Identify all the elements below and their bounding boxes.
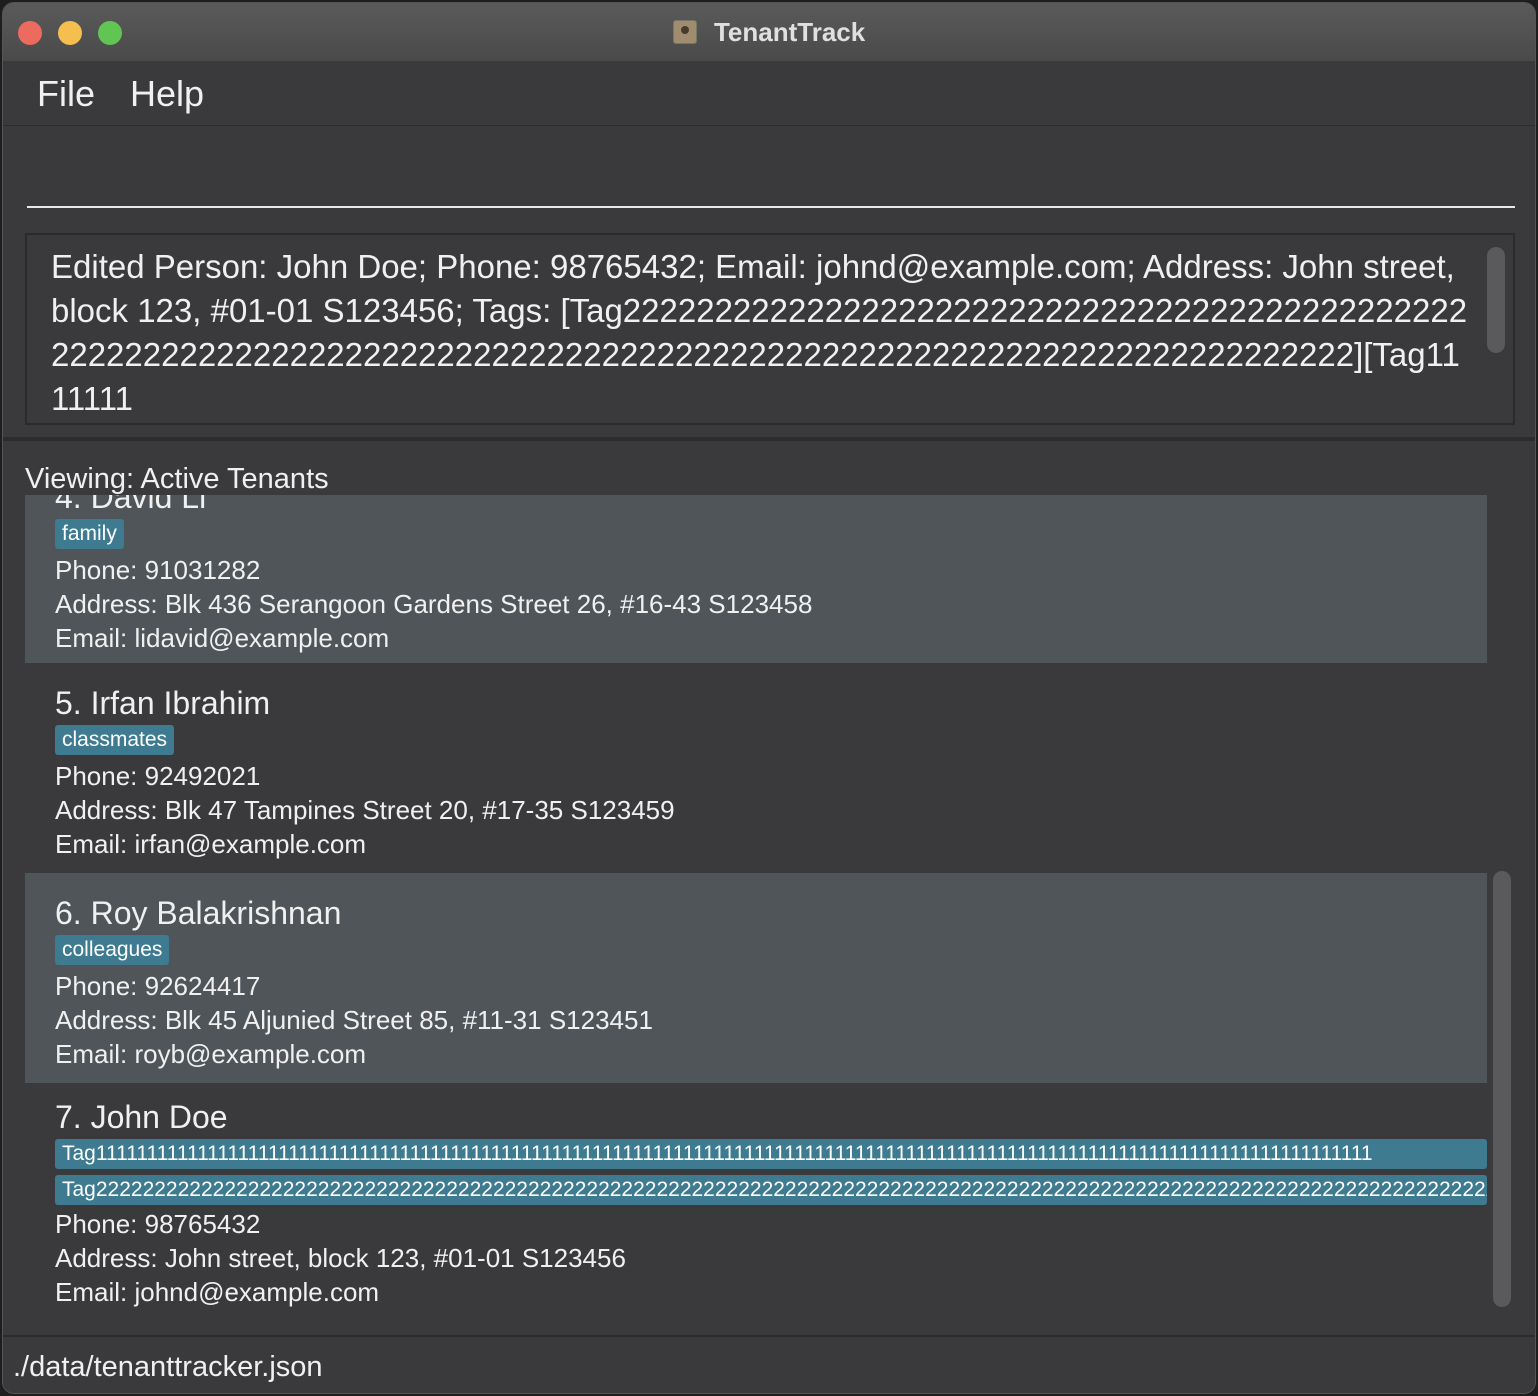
panel-divider (3, 437, 1535, 441)
result-display: Edited Person: John Doe; Phone: 98765432… (25, 233, 1515, 425)
menu-file[interactable]: File (37, 73, 95, 115)
person-card[interactable]: 4. David Li family Phone: 91031282 Addre… (25, 495, 1487, 663)
person-card[interactable]: 6. Roy Balakrishnan colleagues Phone: 92… (25, 873, 1487, 1083)
person-address: Address: Blk 436 Serangoon Gardens Stree… (55, 589, 813, 619)
person-phone: Phone: 91031282 (55, 555, 261, 585)
person-card[interactable]: 5. Irfan Ibrahim classmates Phone: 92492… (25, 663, 1487, 873)
person-tag: classmates (55, 725, 175, 755)
person-email: Email: lidavid@example.com (55, 623, 390, 653)
person-email: Email: johnd@example.com (55, 1277, 380, 1307)
menu-help[interactable]: Help (130, 73, 204, 115)
person-phone: Phone: 92492021 (55, 761, 261, 791)
command-box (3, 126, 1535, 222)
menu-bar: File Help (3, 61, 1535, 126)
contacts-book-icon (672, 20, 697, 44)
person-name: 6. Roy Balakrishnan (55, 895, 342, 931)
status-bar: ./data/tenanttracker.json (3, 1335, 1535, 1393)
list-scrollbar[interactable] (1493, 871, 1511, 1307)
save-file-path: ./data/tenanttracker.json (13, 1351, 323, 1383)
result-scrollbar[interactable] (1487, 247, 1505, 353)
person-tag: Tag2222222222222222222222222222222222222… (55, 1175, 1487, 1205)
viewing-label: Viewing: Active Tenants (25, 463, 329, 495)
person-name: 5. Irfan Ibrahim (55, 685, 271, 721)
person-address: Address: Blk 45 Aljunied Street 85, #11-… (55, 1005, 653, 1035)
command-input[interactable] (27, 136, 1515, 208)
person-tag: colleagues (55, 935, 170, 965)
result-text: Edited Person: John Doe; Phone: 98765432… (51, 248, 1468, 417)
person-name: 4. David Li (55, 495, 207, 515)
person-email: Email: royb@example.com (55, 1039, 367, 1069)
person-address: Address: Blk 47 Tampines Street 20, #17-… (55, 795, 675, 825)
person-tag: family (55, 519, 124, 549)
person-phone: Phone: 92624417 (55, 971, 261, 1001)
person-address: Address: John street, block 123, #01-01 … (55, 1243, 626, 1273)
title-bar: TenantTrack (3, 3, 1535, 62)
person-name: 7. John Doe (55, 1099, 228, 1135)
person-email: Email: irfan@example.com (55, 829, 367, 859)
app-window: TenantTrack File Help Edited Person: Joh… (2, 2, 1536, 1394)
person-phone: Phone: 98765432 (55, 1209, 261, 1239)
person-tag: Tag1111111111111111111111111111111111111… (55, 1139, 1487, 1169)
window-title-area: TenantTrack (3, 17, 1535, 48)
person-card[interactable]: 7. John Doe Tag1111111111111111111111111… (25, 1083, 1487, 1313)
window-title: TenantTrack (713, 17, 866, 47)
person-list: 4. David Li family Phone: 91031282 Addre… (25, 495, 1487, 1313)
